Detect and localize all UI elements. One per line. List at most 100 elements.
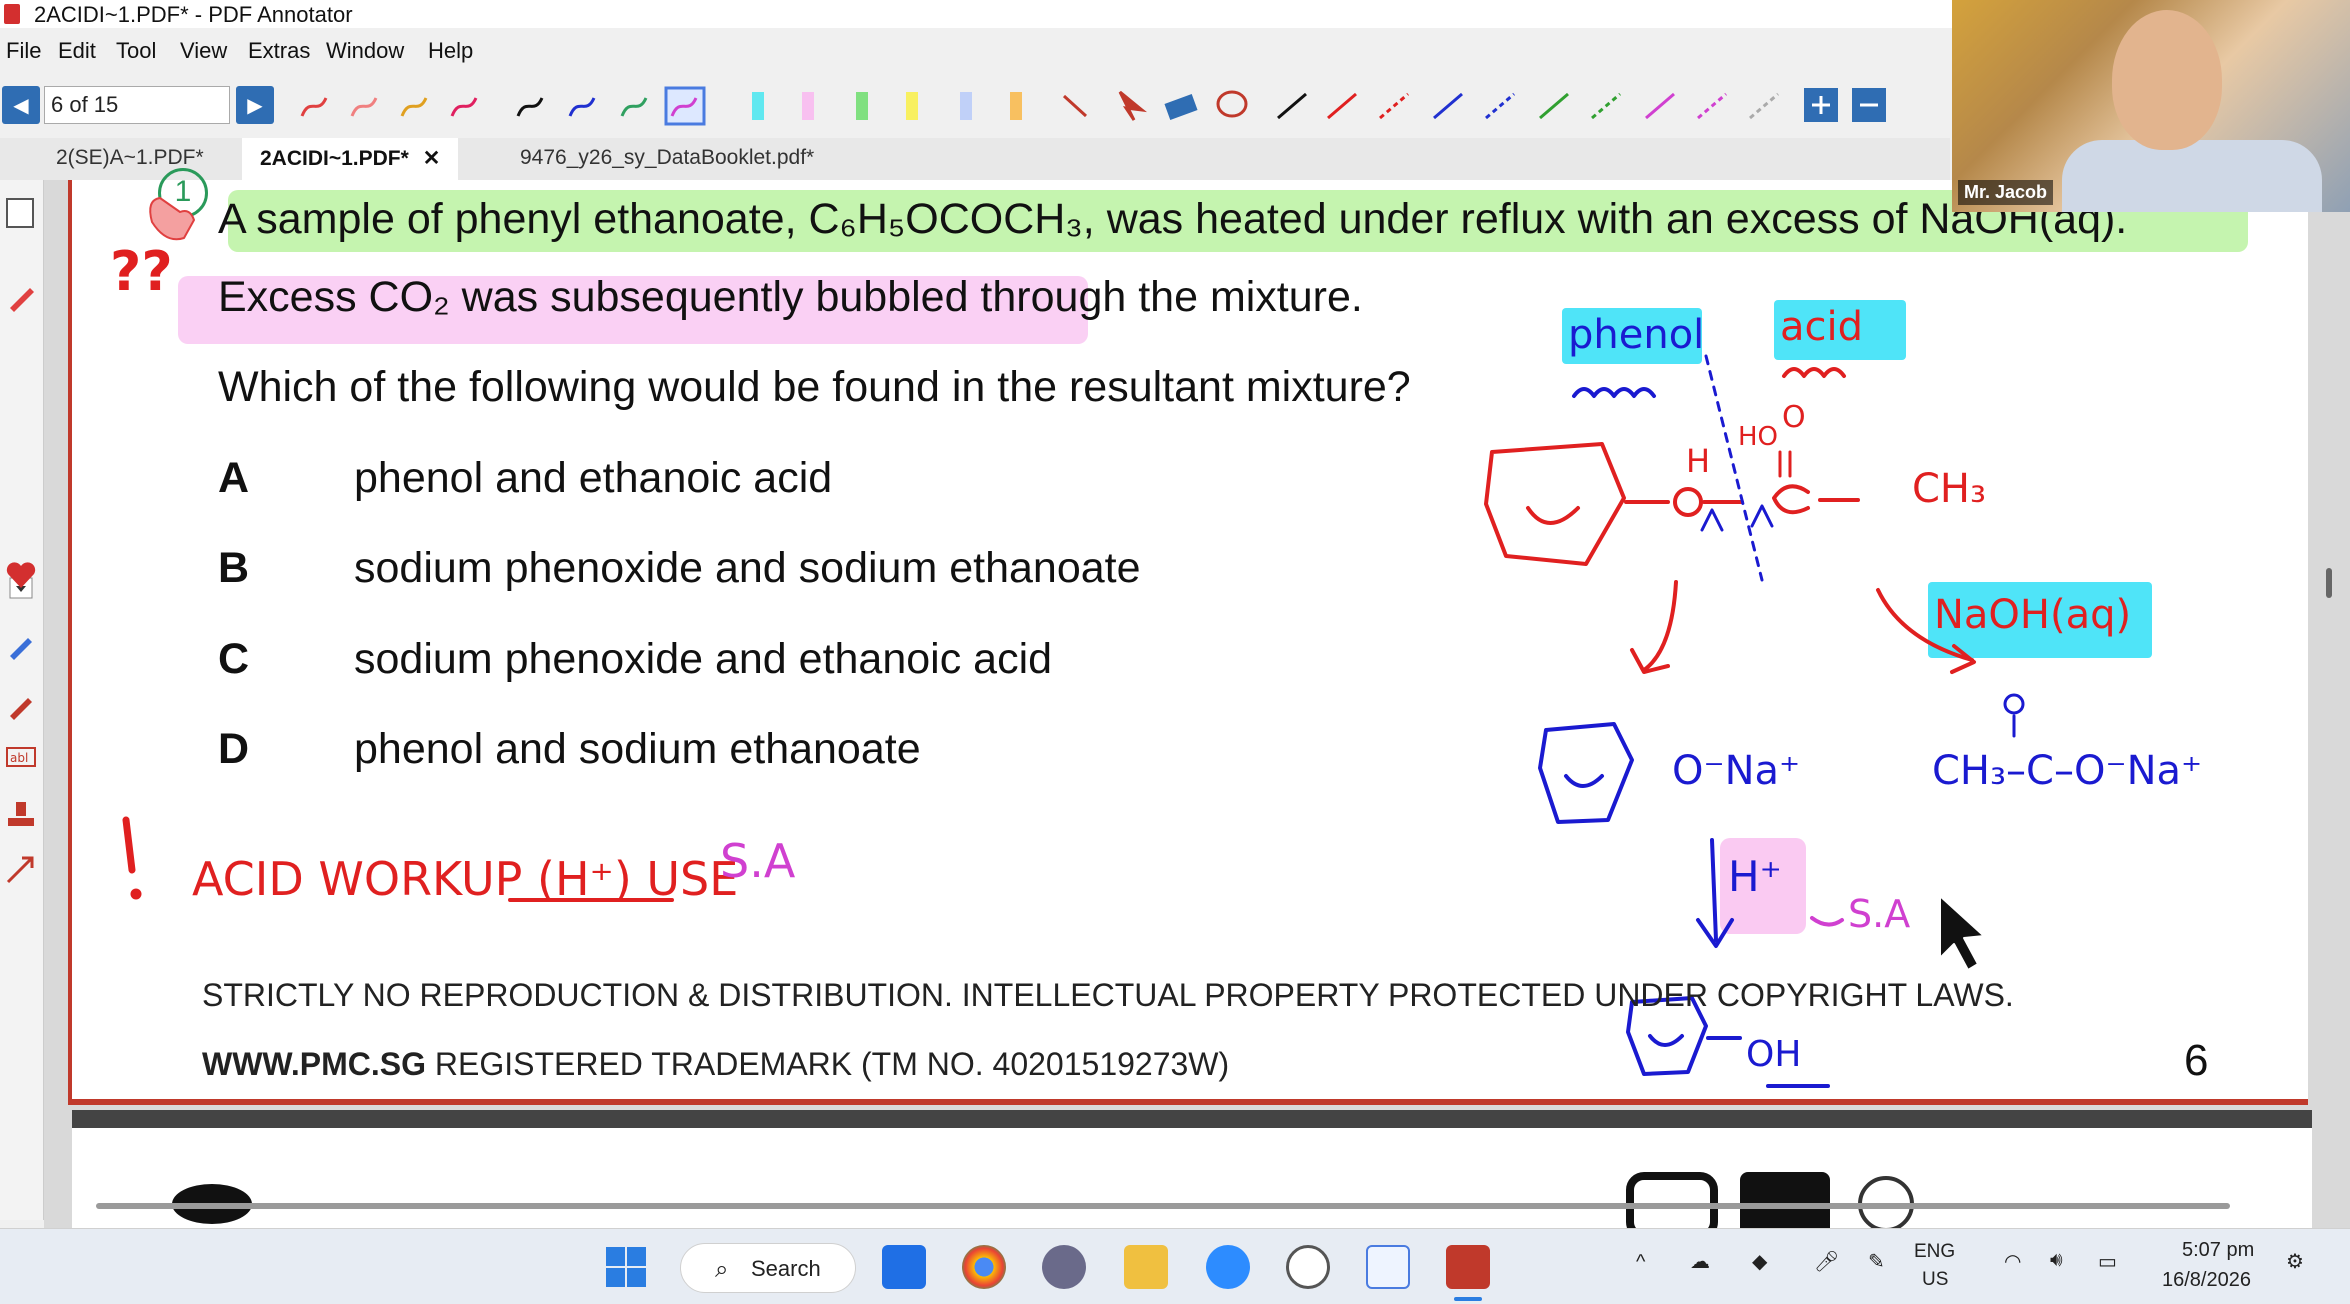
tab-label: 2ACIDI~1.PDF*: [260, 147, 409, 170]
page-thumbnail-icon[interactable]: [6, 198, 34, 228]
presenter-face: [2112, 10, 2222, 150]
favorite-heart-icon[interactable]: [4, 558, 38, 592]
pdf-page: 1 A sample of phenyl ethanoate, C₆H₅OCOC…: [68, 168, 2308, 1105]
carbonyl-o-mark: O: [1782, 400, 1806, 435]
dropbox-tray-icon[interactable]: ◆: [1752, 1249, 1767, 1274]
copyright-notice: STRICTLY NO REPRODUCTION & DISTRIBUTION.…: [202, 977, 2014, 1013]
compass-app-icon[interactable]: [1042, 1245, 1086, 1289]
option-text-a: phenol and ethanoic acid: [354, 454, 833, 502]
option-letter-b: B: [218, 544, 250, 592]
battery-icon[interactable]: ▭: [2098, 1249, 2117, 1274]
ch3-mark: CH₃: [1912, 466, 1987, 512]
page-number-input[interactable]: 6 of 15: [44, 86, 230, 124]
search-label: Search: [751, 1256, 821, 1281]
sa-mark: S.A: [1848, 892, 1911, 936]
annotation-tools: [300, 86, 1886, 126]
volume-icon[interactable]: 🔊︎: [2050, 1249, 2063, 1272]
h-mark: H: [1686, 442, 1711, 480]
option-letter-a: A: [218, 454, 250, 502]
clock-date[interactable]: 16/8/2026: [2162, 1269, 2251, 1292]
webcam-overlay: Mr. Jacob: [1952, 0, 2350, 212]
option-text-c: sodium phenoxide and ethanoic acid: [354, 635, 1053, 683]
language-top[interactable]: ENG: [1914, 1241, 1955, 1263]
notifications-icon[interactable]: ⚙: [2286, 1249, 2304, 1274]
acid-workup-answer: S.A: [720, 834, 796, 888]
whiteboard-icon[interactable]: [1366, 1245, 1410, 1289]
clock-app-icon[interactable]: [1286, 1245, 1330, 1289]
window-title: 2ACIDI~1.PDF* - PDF Annotator: [34, 2, 353, 27]
menu-file[interactable]: File: [6, 38, 41, 64]
exclaim-annotation: ??: [110, 240, 173, 303]
stamp-icon[interactable]: [4, 798, 38, 832]
option-text-b: sodium phenoxide and sodium ethanoate: [354, 544, 1141, 592]
product-left: O⁻Na⁺: [1672, 748, 1801, 794]
tray-overflow-icon[interactable]: ^: [1636, 1251, 1645, 1274]
app-icon: [4, 4, 20, 24]
windows-start-icon[interactable]: [604, 1245, 648, 1289]
pen-icon[interactable]: [4, 280, 38, 314]
active-app-indicator: [1454, 1297, 1482, 1301]
pen-tray-icon[interactable]: ✎: [1868, 1249, 1885, 1274]
presenter-name: Mr. Jacob: [1958, 180, 2054, 205]
tab-label: 9476_y26_sy_DataBooklet.pdf*: [520, 146, 815, 169]
microphone-icon[interactable]: 🎤︎: [1814, 1249, 1839, 1274]
acid-workup-note: ACID WORKUP (H⁺) USE: [192, 852, 739, 906]
trademark-line: WWW.PMC.SG REGISTERED TRADEMARK (TM NO. …: [202, 1046, 1229, 1083]
zoom-icon[interactable]: [1206, 1245, 1250, 1289]
menu-extras[interactable]: Extras: [248, 38, 310, 64]
search-icon: ⌕: [715, 1256, 729, 1283]
menu-window[interactable]: Window: [326, 38, 404, 64]
tab-label: 2(SE)A~1.PDF*: [56, 146, 204, 169]
dropbox-icon[interactable]: [882, 1245, 926, 1289]
tab-doc-3[interactable]: 9476_y26_sy_DataBooklet.pdf*: [502, 138, 832, 180]
vertical-scrollbar[interactable]: [2326, 568, 2332, 598]
document-tabs: 2(SE)A~1.PDF* 2ACIDI~1.PDF* ✕ 9476_y26_sy…: [0, 138, 1950, 180]
prev-page-button[interactable]: ◀: [2, 86, 40, 124]
arrow-tool-icon[interactable]: [4, 852, 38, 886]
page-separator: [72, 1110, 2312, 1128]
option-letter-d: D: [218, 725, 250, 773]
next-page-button[interactable]: ▶: [236, 86, 274, 124]
trademark-text: REGISTERED TRADEMARK (TM NO. 40201519273…: [425, 1046, 1230, 1082]
clock-time[interactable]: 5:07 pm: [2182, 1239, 2254, 1262]
toolbar: ◀ 6 of 15 ▶: [0, 82, 1950, 128]
document-viewport[interactable]: 1 A sample of phenyl ethanoate, C₆H₅OCOC…: [44, 168, 2350, 1230]
text-box-icon[interactable]: abl: [4, 740, 38, 774]
hplus-mark: H⁺: [1728, 852, 1782, 901]
menu-view[interactable]: View: [180, 38, 227, 64]
oh-mark: OH: [1746, 1034, 1802, 1075]
taskbar-search[interactable]: ⌕ Search: [680, 1243, 856, 1293]
question-line-3: Which of the following would be found in…: [218, 363, 1411, 411]
product-right: CH₃–C–O⁻Na⁺: [1932, 748, 2203, 794]
wifi-icon[interactable]: ◠: [2004, 1249, 2021, 1274]
tab-close-icon[interactable]: ✕: [423, 147, 441, 170]
phenol-label: phenol: [1568, 312, 1705, 358]
next-pdf-page: [72, 1128, 2312, 1228]
presenter-shirt: [2062, 140, 2322, 212]
menu-tool[interactable]: Tool: [116, 38, 156, 64]
menu-edit[interactable]: Edit: [58, 38, 96, 64]
website-link[interactable]: WWW.PMC.SG: [202, 1046, 426, 1082]
onedrive-icon[interactable]: ☁: [1690, 1249, 1710, 1274]
chrome-icon[interactable]: [962, 1245, 1006, 1289]
left-toolbar: abl: [0, 180, 44, 1220]
next-page-header-graphics: [172, 1172, 1914, 1228]
ho-mark: HO: [1738, 422, 1779, 452]
taskbar: ⌕ Search ^ ☁ ◆ 🎤︎ ✎ ENG US ◠ 🔊︎ ▭ 5:07 p…: [0, 1228, 2350, 1304]
acid-label: acid: [1780, 304, 1864, 350]
option-text-d: phenol and sodium ethanoate: [354, 725, 921, 773]
horizontal-scrollbar[interactable]: [96, 1203, 2230, 1209]
highlighter-icon[interactable]: [4, 688, 38, 722]
page-number: 6: [2184, 1036, 2209, 1085]
option-letter-c: C: [218, 635, 250, 683]
question-line-1: A sample of phenyl ethanoate, C₆H₅OCOCH₃…: [218, 195, 2128, 243]
file-explorer-icon[interactable]: [1124, 1245, 1168, 1289]
menu-bar: File Edit Tool View Extras Window Help: [0, 38, 1950, 72]
question-line-2: Excess CO₂ was subsequently bubbled thro…: [218, 273, 1363, 321]
tab-doc-2[interactable]: 2ACIDI~1.PDF* ✕: [242, 138, 459, 180]
language-bottom[interactable]: US: [1922, 1269, 1948, 1291]
pdf-annotator-icon[interactable]: [1446, 1245, 1490, 1289]
svg-text:abl: abl: [10, 751, 28, 765]
menu-help[interactable]: Help: [428, 38, 473, 64]
pencil-icon[interactable]: [4, 628, 38, 662]
